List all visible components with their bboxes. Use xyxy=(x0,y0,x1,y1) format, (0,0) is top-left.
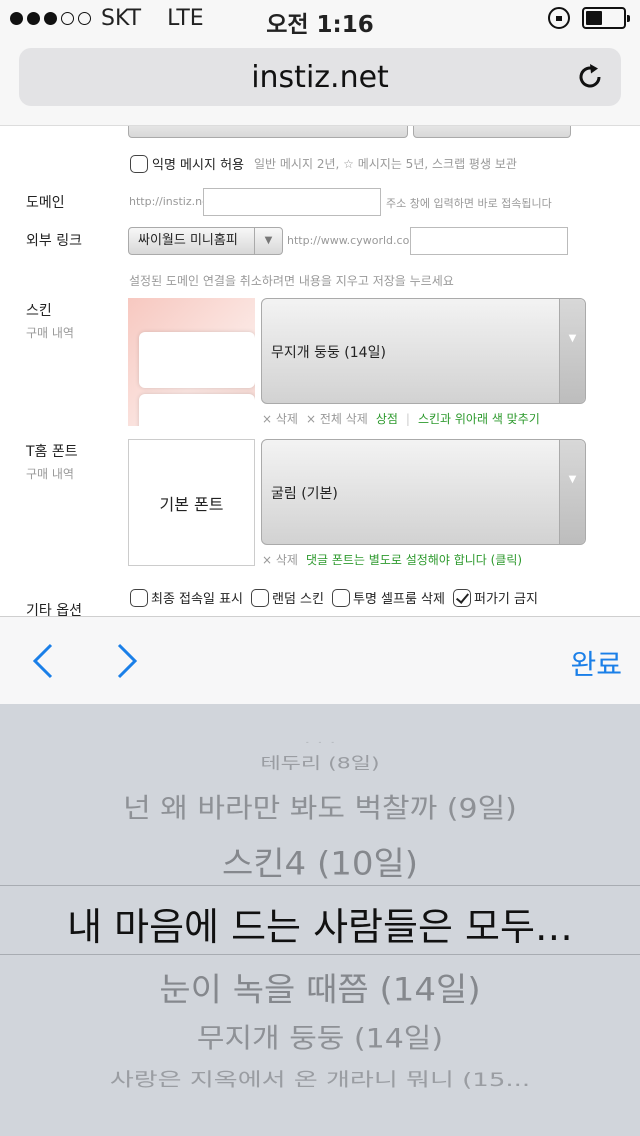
option-item[interactable]: 퍼가기 금지 xyxy=(452,588,538,607)
form-accessory-toolbar: 완료 xyxy=(0,616,640,704)
font-label: T홈 폰트 xyxy=(26,444,78,460)
font-preview: 기본 폰트 xyxy=(128,439,255,566)
option-checkbox[interactable] xyxy=(130,588,148,607)
skin-delete-link[interactable]: × 삭제 xyxy=(262,410,298,427)
option-item[interactable]: 최종 접속일 표시 xyxy=(130,588,243,607)
anon-memo-label: 익명 메시지 허용 xyxy=(152,158,244,173)
option-item[interactable]: 투명 셀프룸 삭제 xyxy=(331,588,445,607)
picker-item[interactable]: 사랑은 지옥에서 온 개라니 뭐니 (15... xyxy=(0,1065,640,1092)
page-content: 익명 메시지 허용 일반 메시지 2년, ☆ 메시지는 5년, 스크랩 평생 보… xyxy=(0,126,640,616)
font-select-value: 굴림 (기본) xyxy=(271,486,338,502)
chevron-left-icon[interactable] xyxy=(30,643,56,679)
picker-item[interactable]: 테두리 (8일) xyxy=(0,750,640,773)
address-bar[interactable]: instiz.net xyxy=(19,48,621,106)
chevron-down-icon: ▼ xyxy=(559,299,585,403)
anon-memo-checkbox[interactable] xyxy=(130,154,148,173)
domain-label: 도메인 xyxy=(26,195,65,211)
skin-delete-all-link[interactable]: × 전체 삭제 xyxy=(306,410,368,427)
font-delete-link[interactable]: × 삭제 xyxy=(262,551,298,568)
comment-font-note-link[interactable]: 댓글 폰트는 별도로 설정해야 합니다 (클릭) xyxy=(306,551,522,568)
url-text[interactable]: instiz.net xyxy=(19,60,621,95)
external-link-input[interactable] xyxy=(410,227,568,255)
status-bar: SKT LTE 오전 1:16 xyxy=(0,0,640,40)
font-purchase-history[interactable]: 구매 내역 xyxy=(26,465,74,482)
browser-toolbar: instiz.net xyxy=(0,40,640,126)
font-actions: × 삭제 댓글 폰트는 별도로 설정해야 합니다 (클릭) xyxy=(262,551,522,568)
etc-options-row: 최종 접속일 표시 랜덤 스킨 투명 셀프룸 삭제 퍼가기 금지 xyxy=(130,588,546,607)
picker-selection-top-line xyxy=(0,885,640,886)
option-checkbox[interactable] xyxy=(331,588,350,607)
clock: 오전 1:16 xyxy=(266,12,374,38)
picker-item-selected[interactable]: 내 마음에 드는 사람들은 모두… xyxy=(0,896,640,951)
picker-item[interactable]: 넌 왜 바라만 봐도 벅찰까 (9일) xyxy=(0,786,640,826)
picker-item-faded-top: · · · xyxy=(304,736,336,746)
link-note: 설정된 도메인 연결을 취소하려면 내용을 지우고 저장을 누르세요 xyxy=(129,274,454,288)
option-item[interactable]: 랜덤 스킨 xyxy=(251,588,324,607)
skin-match-color-link[interactable]: 스킨과 위아래 색 맞추기 xyxy=(418,410,540,427)
skin-preview xyxy=(128,298,255,426)
option-label: 퍼가기 금지 xyxy=(473,592,538,607)
picker-selection-bottom-line xyxy=(0,954,640,955)
external-link-select[interactable]: 싸이월드 미니홈피 ▼ xyxy=(128,227,283,255)
skin-shop-link[interactable]: 상점 xyxy=(376,410,398,427)
external-link-label: 외부 링크 xyxy=(26,233,82,249)
clipped-select[interactable] xyxy=(128,126,408,138)
battery-icon xyxy=(582,7,630,29)
chevron-down-icon: ▼ xyxy=(254,228,282,254)
clipped-label xyxy=(24,126,84,130)
external-link-prefix: http://www.cyworld.com/ xyxy=(287,234,424,247)
skin-purchase-history[interactable]: 구매 내역 xyxy=(26,324,74,341)
font-preview-text: 기본 폰트 xyxy=(159,494,224,514)
option-label: 최종 접속일 표시 xyxy=(151,592,243,607)
option-checkbox[interactable] xyxy=(251,588,269,607)
font-select[interactable]: 굴림 (기본) ▼ xyxy=(261,439,586,545)
chevron-right-icon[interactable] xyxy=(114,643,140,679)
skin-select[interactable]: 무지개 둥둥 (14일) ▼ xyxy=(261,298,586,404)
skin-select-value: 무지개 둥둥 (14일) xyxy=(271,345,386,361)
domain-note: 주소 창에 입력하면 바로 접속됩니다 xyxy=(386,197,552,210)
picker-item[interactable]: 스킨4 (10일) xyxy=(0,837,640,884)
battery-level xyxy=(586,11,602,25)
done-button[interactable]: 완료 xyxy=(570,643,622,683)
picker-item[interactable]: 눈이 녹을 때쯤 (14일) xyxy=(0,963,640,1010)
reload-icon[interactable] xyxy=(575,62,605,92)
picker-item[interactable]: 무지개 둥둥 (14일) xyxy=(0,1016,640,1056)
separator: | xyxy=(405,411,410,426)
option-checkbox[interactable] xyxy=(452,588,471,607)
external-link-select-value: 싸이월드 미니홈피 xyxy=(138,233,238,248)
clipped-select-2[interactable] xyxy=(413,126,571,138)
skin-actions: × 삭제 × 전체 삭제 상점 | 스킨과 위아래 색 맞추기 xyxy=(262,410,540,427)
option-label: 랜덤 스킨 xyxy=(272,592,324,607)
chevron-down-icon: ▼ xyxy=(559,440,585,544)
skin-label: 스킨 xyxy=(26,303,52,319)
anon-memo-row: 익명 메시지 허용 일반 메시지 2년, ☆ 메시지는 5년, 스크랩 평생 보… xyxy=(130,154,517,173)
option-label: 투명 셀프룸 삭제 xyxy=(352,592,445,607)
etc-options-label: 기타 옵션 xyxy=(26,603,82,616)
anon-memo-note: 일반 메시지 2년, ☆ 메시지는 5년, 스크랩 평생 보관 xyxy=(254,157,517,171)
orientation-lock-icon xyxy=(548,7,570,29)
domain-input[interactable] xyxy=(203,188,381,216)
select-picker-wheel[interactable]: · · · 테두리 (8일) 넌 왜 바라만 봐도 벅찰까 (9일) 스킨4 (10… xyxy=(0,704,640,1136)
